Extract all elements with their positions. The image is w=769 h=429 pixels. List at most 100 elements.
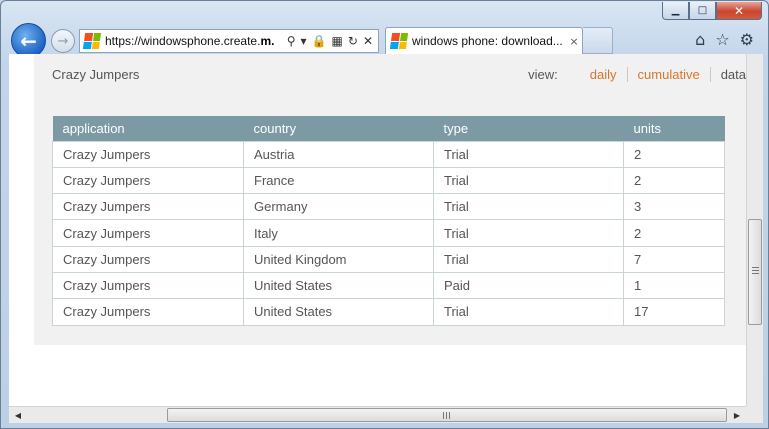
cell-type: Trial	[433, 140, 624, 168]
grip-line	[752, 267, 759, 268]
close-window-button[interactable]: ✕	[716, 2, 762, 20]
lock-icon[interactable]: 🔒	[312, 34, 327, 48]
cell-country: Austria	[243, 140, 434, 168]
cell-application: Crazy Jumpers	[52, 298, 244, 326]
cell-type: Paid	[433, 271, 624, 300]
header-application: application	[52, 116, 244, 141]
flag-blue	[389, 41, 399, 49]
search-icon[interactable]: ⚲	[287, 34, 296, 48]
browser-window: ▁ □ ✕ ← → https://windowsphone.create.m.…	[0, 0, 769, 429]
refresh-icon[interactable]: ↻	[348, 34, 358, 48]
cell-country: France	[243, 166, 434, 195]
cell-country: United Kingdom	[243, 245, 434, 273]
favorites-star-icon[interactable]: ☆	[715, 30, 729, 49]
new-tab-button[interactable]	[583, 27, 613, 54]
cell-units: 1	[623, 271, 725, 300]
page-viewport: Crazy Jumpers view: daily cumulative dat…	[9, 54, 746, 406]
table-row: Crazy Jumpers France Trial 2	[52, 166, 725, 195]
cell-units: 2	[623, 166, 725, 195]
cell-application: Crazy Jumpers	[52, 271, 244, 300]
grip-line	[449, 412, 450, 419]
forward-arrow-icon: →	[57, 33, 69, 49]
grip-line	[752, 273, 759, 274]
view-label: view:	[528, 67, 558, 82]
cell-application: Crazy Jumpers	[52, 166, 244, 195]
header-country: country	[243, 116, 434, 141]
tab-favicon-icon	[389, 33, 409, 49]
browser-toolbar: ⌂ ☆ ⚙	[695, 30, 754, 49]
tab-windows-phone[interactable]: windows phone: download... ×	[385, 27, 583, 54]
site-favicon-icon	[82, 33, 102, 49]
cell-type: Trial	[433, 219, 624, 247]
url-text: https://windowsphone.create.	[105, 34, 261, 48]
cell-type: Trial	[433, 245, 624, 273]
scroll-right-arrow-icon[interactable]: ▶	[729, 408, 745, 422]
flag-red	[84, 33, 93, 41]
cell-country: Italy	[243, 219, 434, 247]
maximize-button[interactable]: □	[689, 2, 716, 20]
dropdown-icon[interactable]: ▾	[301, 34, 307, 48]
grip-line	[446, 412, 447, 419]
cell-country: Germany	[243, 193, 434, 221]
vertical-scrollbar[interactable]	[746, 54, 763, 406]
view-cumulative-link[interactable]: cumulative	[626, 67, 710, 82]
flag-green	[399, 33, 409, 41]
vertical-scroll-thumb[interactable]	[748, 219, 762, 325]
table-row: Crazy Jumpers Italy Trial 2	[52, 219, 725, 247]
header-units: units	[623, 116, 725, 141]
cell-type: Trial	[433, 298, 624, 326]
cell-units: 17	[623, 298, 725, 326]
minimize-button[interactable]: ▁	[662, 2, 689, 20]
table-row: Crazy Jumpers United States Paid 1	[52, 271, 725, 300]
table-header-row: application country type units	[52, 116, 725, 141]
table-row: Crazy Jumpers Germany Trial 3	[52, 193, 725, 221]
tab-close-icon[interactable]: ×	[566, 35, 582, 48]
compat-view-icon[interactable]: ▦	[332, 34, 343, 48]
grip-line	[443, 412, 444, 419]
data-panel: Crazy Jumpers view: daily cumulative dat…	[34, 54, 746, 345]
cell-units: 2	[623, 140, 725, 168]
tab-title: windows phone: download...	[412, 34, 563, 48]
flag-yellow	[91, 41, 100, 49]
horizontal-scroll-thumb[interactable]	[167, 408, 727, 422]
table-row: Crazy Jumpers United Kingdom Trial 7	[52, 245, 725, 273]
cell-type: Trial	[433, 193, 624, 221]
settings-gear-icon[interactable]: ⚙	[740, 30, 754, 49]
flag-blue	[82, 41, 92, 49]
cell-application: Crazy Jumpers	[52, 140, 244, 168]
cell-application: Crazy Jumpers	[52, 219, 244, 247]
stop-icon[interactable]: ✕	[363, 34, 373, 48]
view-switcher: view: daily cumulative data	[528, 67, 746, 82]
cell-units: 3	[623, 193, 725, 221]
table-row: Crazy Jumpers United States Trial 17	[52, 298, 725, 326]
flag-green	[92, 33, 102, 41]
url-domain: m.	[260, 34, 275, 48]
table-row: Crazy Jumpers Austria Trial 2	[52, 140, 725, 168]
cell-country: United States	[243, 271, 434, 300]
downloads-table: application country type units Crazy Jum…	[52, 116, 725, 326]
header-type: type	[433, 116, 624, 141]
window-caption-buttons: ▁ □ ✕	[662, 2, 762, 20]
back-arrow-icon: ←	[20, 28, 37, 53]
cell-type: Trial	[433, 166, 624, 195]
horizontal-scrollbar[interactable]: ◀ ▶	[9, 406, 746, 423]
back-button[interactable]: ←	[11, 23, 46, 58]
cell-units: 7	[623, 245, 725, 273]
cell-application: Crazy Jumpers	[52, 193, 244, 221]
view-data-current: data	[709, 67, 746, 82]
view-daily-link[interactable]: daily	[580, 67, 627, 82]
scroll-left-arrow-icon[interactable]: ◀	[10, 408, 26, 422]
address-url[interactable]: https://windowsphone.create.m.	[105, 34, 282, 48]
scrollbar-corner	[746, 406, 763, 423]
flag-red	[391, 33, 400, 41]
flag-yellow	[398, 41, 407, 49]
grip-line	[752, 270, 759, 271]
cell-units: 2	[623, 219, 725, 247]
address-bar[interactable]: https://windowsphone.create.m. ⚲ ▾ 🔒 ▦ ↻…	[79, 29, 379, 53]
cell-country: United States	[243, 298, 434, 326]
cell-application: Crazy Jumpers	[52, 245, 244, 273]
app-title: Crazy Jumpers	[52, 67, 140, 82]
forward-button[interactable]: →	[51, 29, 75, 53]
home-icon[interactable]: ⌂	[695, 30, 705, 49]
address-icons: ⚲ ▾ 🔒 ▦ ↻ ✕	[282, 34, 378, 48]
